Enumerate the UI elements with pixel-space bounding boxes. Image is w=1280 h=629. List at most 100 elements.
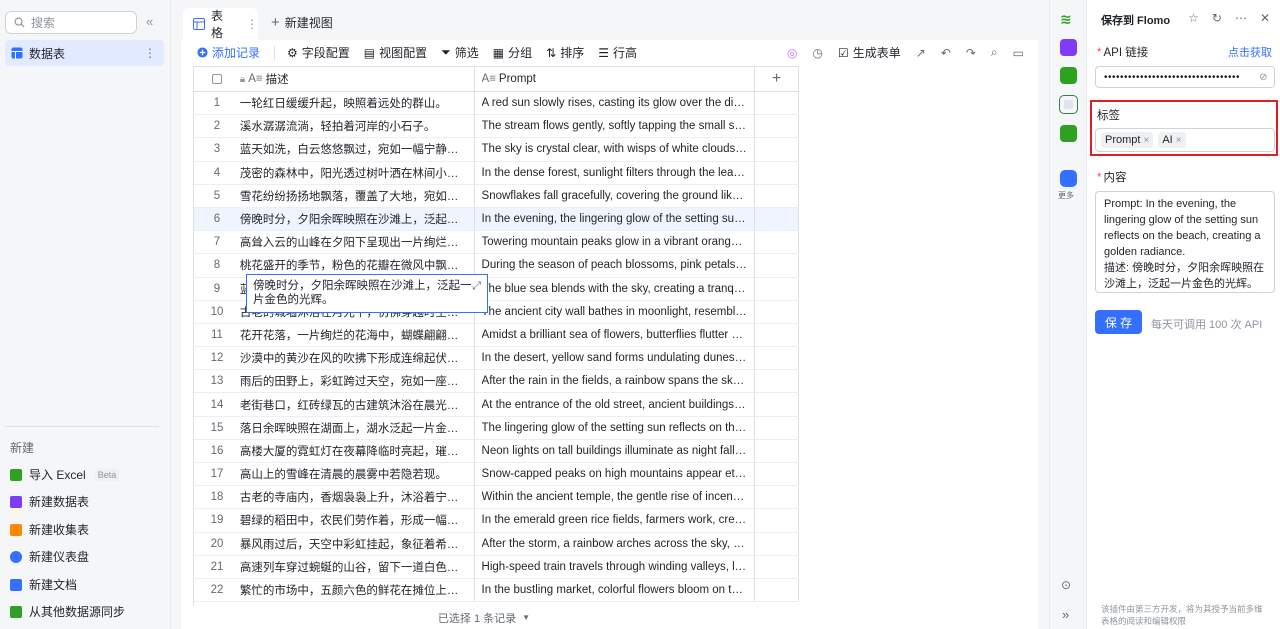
undo-icon[interactable]: ↶ — [941, 46, 951, 60]
flomo-logo-icon[interactable]: ≋ — [1060, 11, 1077, 28]
save-button[interactable]: 保 存 — [1095, 310, 1142, 334]
table-row[interactable]: 20 暴风雨过后，天空中彩虹挂起，象征着希望与美... After the stor… — [194, 532, 799, 556]
cell-desc[interactable]: 蓝天如洗，白云悠悠飘过，宛如一幅宁静的画卷。 — [240, 138, 475, 161]
get-api-link[interactable]: 点击获取 — [1228, 44, 1272, 60]
history-icon[interactable]: ◷ — [812, 46, 822, 60]
cell-prompt[interactable]: Neon lights on tall buildings illuminate… — [475, 439, 756, 462]
table-row[interactable]: 2 溪水潺潺流淌，轻拍着河岸的小石子。 The stream flows gentl… — [194, 115, 799, 139]
table-row[interactable]: 15 落日余晖映照在湖面上，湖水泛起一片金色的涟... The lingering … — [194, 416, 799, 440]
cell-prompt[interactable]: After the rain in the fields, a rainbow … — [475, 370, 756, 393]
cell-desc[interactable]: 高山上的雪峰在清晨的晨雾中若隐若现。 — [240, 463, 475, 486]
table-row[interactable]: 1 一轮红日缓缓升起，映照着远处的群山。 A red sun slowly rise… — [194, 92, 799, 116]
import-excel-button[interactable]: 导入 Excel Beta — [10, 466, 120, 483]
cell-prompt[interactable]: Amidst a brilliant sea of flowers, butte… — [475, 323, 756, 347]
table-row[interactable]: 18 古老的寺庙内，香烟袅袅上升，沐浴着宁静的庙... Within the anc… — [194, 486, 799, 510]
select-all-checkbox[interactable] — [194, 67, 240, 91]
cell-desc[interactable]: 繁忙的市场中，五颜六色的鲜花在摊位上绽放。 — [240, 578, 475, 602]
field-config-button[interactable]: ⚙ 字段配置 — [287, 44, 350, 61]
tab-more-icon[interactable]: ⋮ — [246, 17, 258, 31]
cell-desc[interactable]: 高耸入云的山峰在夕阳下呈现出一片绚烂的橙色。 — [240, 231, 475, 254]
new-dashboard-button[interactable]: 新建仪表盘 — [10, 548, 89, 565]
add-column-button[interactable]: + — [755, 67, 799, 91]
plugin-icon-green[interactable] — [1060, 67, 1077, 84]
tag-chip[interactable]: Prompt × — [1101, 132, 1154, 148]
cell-prompt[interactable]: A red sun slowly rises, casting its glow… — [475, 92, 756, 115]
share-icon[interactable]: ↗ — [916, 46, 926, 60]
expand-icon[interactable]: ⤢ — [472, 279, 481, 293]
cell-prompt[interactable]: Within the ancient temple, the gentle ri… — [475, 486, 756, 509]
comment-icon[interactable]: ▭ — [1013, 46, 1024, 60]
table-row[interactable]: 19 碧绿的稻田中，农民们劳作着，形成一幅宁静的... In the emerald… — [194, 509, 799, 533]
cell-prompt[interactable]: The ancient city wall bathes in moonligh… — [475, 300, 756, 323]
cell-prompt[interactable]: After the storm, a rainbow arches across… — [475, 532, 756, 555]
more-plugins-icon[interactable] — [1060, 170, 1077, 187]
cell-prompt[interactable]: In the desert, yellow sand forms undulat… — [475, 347, 756, 370]
column-header-prompt[interactable]: A≡ Prompt — [475, 67, 756, 91]
cell-desc[interactable]: 老街巷口，红砖绿瓦的古建筑沐浴在晨光中。 — [240, 393, 475, 416]
cell-prompt[interactable]: In the evening, the lingering glow of th… — [475, 207, 756, 231]
expand-panel-icon[interactable]: » — [1062, 607, 1069, 622]
table-row[interactable]: 6 傍晚时分，夕阳余晖映照在沙滩上，泛起一片金色的光辉。 In the evenin… — [194, 207, 799, 232]
new-datatable-button[interactable]: 新建数据表 — [10, 493, 89, 510]
sort-button[interactable]: ⇅ 排序 — [546, 44, 584, 61]
cell-desc[interactable]: 沙漠中的黄沙在风的吹拂下形成连绵起伏的沙丘。 — [240, 347, 475, 370]
api-link-input[interactable]: •••••••••••••••••••••••••••••••••• ⊘ — [1095, 66, 1275, 88]
eye-off-icon[interactable]: ⊘ — [1259, 72, 1268, 83]
search-input[interactable]: 搜索 — [5, 11, 137, 34]
cell-prompt[interactable]: During the season of peach blossoms, pin… — [475, 254, 756, 277]
table-row[interactable]: 16 高楼大厦的霓虹灯在夜幕降临时亮起，璀璨夺目。 Neon lights on t… — [194, 439, 799, 463]
table-row[interactable]: 21 高速列车穿过蜿蜒的山谷，留下一道白色的痕迹。 High-speed train… — [194, 555, 799, 579]
new-view-button[interactable]: + 新建视图 — [271, 14, 333, 31]
filter-button[interactable]: ⏷ 筛选 — [441, 44, 479, 61]
cell-prompt[interactable]: The blue sea blends with the sky, creati… — [475, 277, 756, 300]
sync-datasource-button[interactable]: 从其他数据源同步 — [10, 603, 125, 620]
code-icon[interactable]: ⊙ — [1061, 578, 1071, 592]
cell-desc[interactable]: 暴风雨过后，天空中彩虹挂起，象征着希望与美... — [240, 532, 475, 555]
row-height-button[interactable]: ☰ 行高 — [598, 44, 637, 61]
cell-prompt[interactable]: The stream flows gently, softly tapping … — [475, 115, 756, 138]
more-options-icon[interactable]: ⋮ — [144, 46, 156, 60]
cell-desc[interactable]: 高速列车穿过蜿蜒的山谷，留下一道白色的痕迹。 — [240, 555, 475, 578]
new-document-button[interactable]: 新建文档 — [10, 576, 77, 593]
cell-desc[interactable]: 一轮红日缓缓升起，映照着远处的群山。 — [240, 92, 475, 115]
group-button[interactable]: ▦ 分组 — [493, 44, 532, 61]
cell-prompt[interactable]: The lingering glow of the setting sun re… — [475, 416, 756, 439]
redo-icon[interactable]: ↷ — [966, 46, 976, 60]
sidebar-item-datatable[interactable]: 数据表 ⋮ — [5, 40, 164, 66]
plugin-icon-purple[interactable] — [1060, 39, 1077, 56]
cell-prompt[interactable]: Snow-capped peaks on high mountains appe… — [475, 463, 756, 486]
table-row[interactable]: 17 高山上的雪峰在清晨的晨雾中若隐若现。 Snow-capped peaks on… — [194, 463, 799, 487]
tag-chip[interactable]: AI × — [1158, 132, 1186, 148]
cell-prompt[interactable]: The sky is crystal clear, with wisps of … — [475, 138, 756, 161]
cell-desc[interactable]: 雪花纷纷扬扬地飘落，覆盖了大地，宛如银装素... — [240, 184, 475, 207]
column-header-desc[interactable]: 🔒︎ A≡ 描述 — [240, 67, 475, 91]
cell-desc[interactable]: 碧绿的稻田中，农民们劳作着，形成一幅宁静的... — [240, 509, 475, 532]
table-row[interactable]: 11 花开花落，一片绚烂的花海中，蝴蝶翩翩起舞。 Amidst a brillian… — [194, 323, 799, 348]
remove-tag-icon[interactable]: × — [1143, 135, 1149, 146]
pin-icon[interactable]: ☆ — [1188, 11, 1199, 25]
cell-desc[interactable]: 落日余晖映照在湖面上，湖水泛起一片金色的涟... — [240, 416, 475, 439]
view-config-button[interactable]: ▤ 视图配置 — [364, 44, 427, 61]
cell-desc[interactable]: 溪水潺潺流淌，轻拍着河岸的小石子。 — [240, 115, 475, 138]
cell-desc[interactable]: 雨后的田野上，彩虹跨过天空，宛如一座七彩的... — [240, 370, 475, 393]
table-row[interactable]: 5 雪花纷纷扬扬地飘落，覆盖了大地，宛如银装素... Snowflakes fall… — [194, 184, 799, 208]
table-row[interactable]: 22 繁忙的市场中，五颜六色的鲜花在摊位上绽放。 In the bustling m… — [194, 578, 799, 603]
new-form-button[interactable]: 新建收集表 — [10, 521, 89, 538]
tags-input[interactable]: Prompt × AI × — [1095, 128, 1275, 152]
cell-prompt[interactable]: High-speed train travels through winding… — [475, 555, 756, 578]
ai-icon[interactable]: ◎ — [787, 46, 797, 60]
plugin-icon-excel[interactable] — [1060, 125, 1077, 142]
cell-prompt[interactable]: In the emerald green rice fields, farmer… — [475, 509, 756, 532]
more-icon[interactable]: ⋯ — [1235, 11, 1247, 25]
cell-prompt[interactable]: At the entrance of the old street, ancie… — [475, 393, 756, 416]
tab-table[interactable]: 表格 ⋮ — [183, 8, 258, 40]
cell-prompt[interactable]: In the dense forest, sunlight filters th… — [475, 161, 756, 184]
cell-desc[interactable]: 傍晚时分，夕阳余晖映照在沙滩上，泛起一片金色的光辉。 — [240, 207, 475, 231]
cell-desc[interactable]: 古老的寺庙内，香烟袅袅上升，沐浴着宁静的庙... — [240, 486, 475, 509]
close-icon[interactable]: ✕ — [1260, 11, 1270, 25]
cell-prompt[interactable]: Towering mountain peaks glow in a vibran… — [475, 231, 756, 254]
table-row[interactable]: 7 高耸入云的山峰在夕阳下呈现出一片绚烂的橙色。 Towering mountain… — [194, 231, 799, 255]
chevron-down-icon[interactable]: ▼ — [522, 613, 530, 622]
collapse-sidebar-icon[interactable]: « — [146, 14, 153, 29]
cell-desc[interactable]: 花开花落，一片绚烂的花海中，蝴蝶翩翩起舞。 — [240, 323, 475, 347]
